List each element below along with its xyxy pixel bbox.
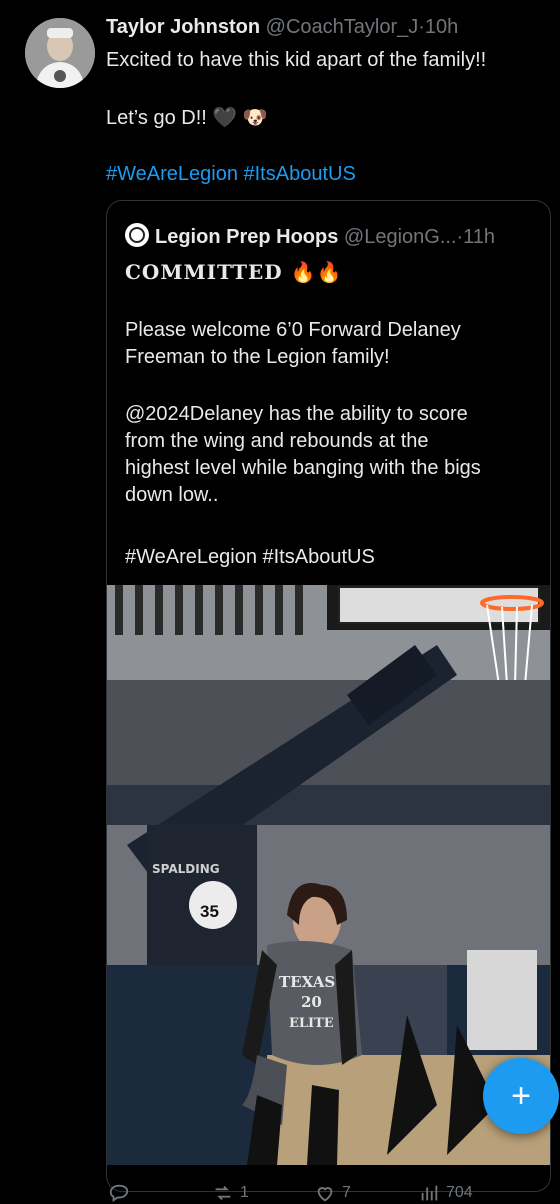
like-count: 7 <box>342 1184 351 1201</box>
tweet-time[interactable]: 10h <box>425 16 458 38</box>
pad-number: 35 <box>200 902 219 921</box>
heart-icon <box>317 1187 333 1202</box>
views-count: 704 <box>446 1184 473 1201</box>
jersey-number: 20 <box>301 993 322 1011</box>
like-button[interactable]: 7 <box>314 1182 351 1204</box>
jersey-sub: ELITE <box>289 1016 334 1031</box>
tweet-line-2: Let’s go D!! 🖤 🐶 <box>106 107 268 129</box>
quoted-author-name[interactable]: Legion Prep Hoops <box>155 226 338 248</box>
committed-label: COMMITTED 🔥🔥 <box>125 260 343 284</box>
author-handle[interactable]: @CoachTaylor_J <box>266 16 419 38</box>
avatar-image <box>25 18 95 88</box>
compose-button[interactable]: + <box>483 1058 559 1134</box>
author-avatar[interactable] <box>25 18 95 88</box>
quoted-text-line: from the wing and rebounds at the <box>125 430 429 452</box>
plus-icon: + <box>511 1076 531 1115</box>
quoted-header: Legion Prep Hoops @LegionG...·11h <box>125 223 495 249</box>
retweet-count: 1 <box>240 1184 249 1201</box>
quoted-text-line: down low.. <box>125 484 219 506</box>
quoted-text-line: Please welcome 6’0 Forward Delaney <box>125 319 461 341</box>
quoted-time[interactable]: 11h <box>463 226 495 248</box>
separator-dot: · <box>418 16 425 38</box>
tweet-line-1: Excited to have this kid apart of the fa… <box>106 49 487 71</box>
jersey-text: TEXAS <box>279 973 335 991</box>
tweet-hashtags[interactable]: #WeAreLegion #ItsAboutUS <box>106 161 356 187</box>
tweet-action-bar: 1 7 704 <box>0 1178 560 1203</box>
brand-label: SPALDING <box>152 862 220 876</box>
author-name[interactable]: Taylor Johnston <box>106 16 260 38</box>
views-chart-icon <box>421 1185 438 1201</box>
player-photo[interactable]: SPALDING 35 TEXAS 20 ELITE <box>107 585 550 1165</box>
legion-logo-icon[interactable] <box>125 223 149 247</box>
quoted-tweet[interactable]: Legion Prep Hoops @LegionG...·11h COMMIT… <box>106 200 551 1192</box>
quoted-text-line: highest level while banging with the big… <box>125 457 481 479</box>
reply-button[interactable] <box>108 1182 136 1204</box>
quoted-hashtags[interactable]: #WeAreLegion #ItsAboutUS <box>125 544 535 571</box>
quoted-text-line: @2024Delaney has the ability to score <box>125 403 468 425</box>
quoted-text-line: Freeman to the Legion family! <box>125 346 390 368</box>
retweet-button[interactable]: 1 <box>212 1182 249 1204</box>
views-button[interactable]: 704 <box>418 1182 473 1204</box>
retweet-icon <box>215 1185 231 1201</box>
reply-icon <box>109 1184 129 1203</box>
tweet-header: Taylor Johnston @CoachTaylor_J·10h <box>106 16 458 39</box>
quoted-author-handle[interactable]: @LegionG... <box>344 226 457 248</box>
